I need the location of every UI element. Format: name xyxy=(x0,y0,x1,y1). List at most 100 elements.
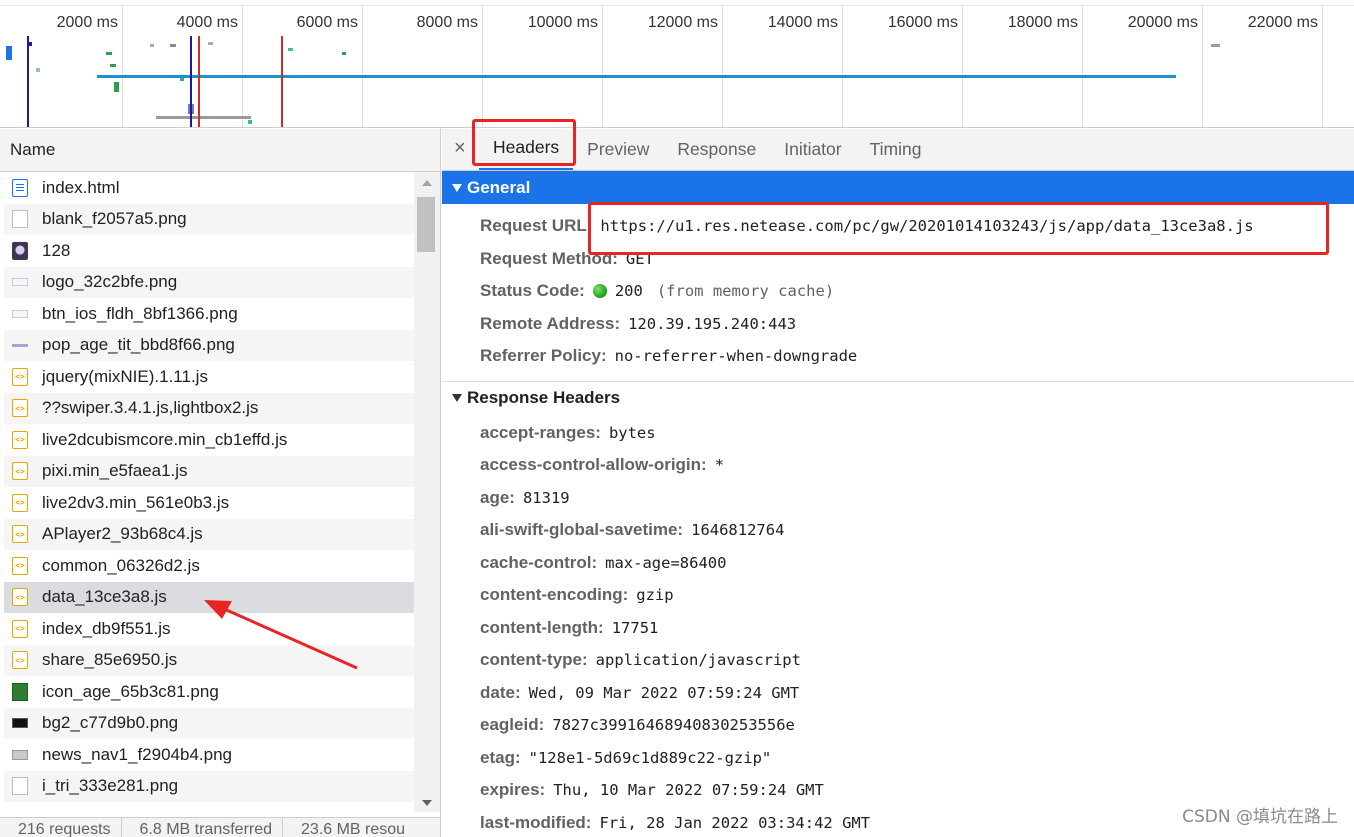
request-row[interactable]: icon_age_65b3c81.png xyxy=(4,676,414,708)
request-row[interactable]: <> live2dcubismcore.min_cb1effd.js xyxy=(4,424,414,456)
remote-address-value: 120.39.195.240:443 xyxy=(628,314,797,333)
header-key: content-type: xyxy=(480,650,588,670)
request-name: live2dcubismcore.min_cb1effd.js xyxy=(42,429,288,449)
response-headers-section: accept-ranges: bytes access-control-allow-… xyxy=(442,415,1354,837)
tab-timing[interactable]: Timing xyxy=(856,129,936,170)
header-value: 7827c39916468940830253556e xyxy=(552,716,795,735)
waterfall-mark xyxy=(106,52,112,55)
general-section-header[interactable]: General xyxy=(442,171,1354,204)
request-url-label: Request URL: xyxy=(480,216,593,236)
header-key: cache-control: xyxy=(480,552,598,572)
request-row[interactable]: pop_age_tit_bbd8f66.png xyxy=(4,329,414,361)
referrer-policy-label: Referrer Policy: xyxy=(480,346,607,366)
request-row[interactable]: <> APlayer2_93b68c4.js xyxy=(4,518,414,550)
status-code-value: 200 xyxy=(614,282,643,301)
request-name: pixi.min_e5faea1.js xyxy=(42,461,188,481)
close-icon[interactable]: × xyxy=(454,137,466,160)
response-header-row: access-control-allow-origin: * xyxy=(442,449,1354,482)
header-value: application/javascript xyxy=(595,651,801,670)
general-section-title: General xyxy=(467,177,531,197)
timeline-tick-label: 4000 ms xyxy=(176,14,238,31)
header-key: date: xyxy=(480,682,521,702)
request-method-value: GET xyxy=(625,249,654,268)
network-summary-bar: 216 requests 6.8 MB transferred 23.6 MB … xyxy=(0,817,440,837)
load-event-marker xyxy=(281,36,283,127)
header-key: etag: xyxy=(480,747,521,767)
name-column-header[interactable]: Name xyxy=(0,129,440,172)
resources-size: 23.6 MB resou xyxy=(301,821,406,837)
request-url-row: Request URL: https://u1.res.netease.com/… xyxy=(442,210,1354,243)
timeline-tick-label: 18000 ms xyxy=(1007,14,1078,31)
request-row[interactable]: bg2_c77d9b0.png xyxy=(4,707,414,739)
script-icon: <> xyxy=(12,525,28,544)
document-icon xyxy=(12,178,28,197)
request-row[interactable]: i_tri_333e281.png xyxy=(4,770,414,802)
request-row[interactable]: <> common_06326d2.js xyxy=(4,550,414,582)
timeline-tick-label: 6000 ms xyxy=(296,14,358,31)
response-headers-title: Response Headers xyxy=(467,388,621,407)
response-headers-section-header[interactable]: Response Headers xyxy=(442,381,1354,415)
tab-response[interactable]: Response xyxy=(663,129,770,170)
request-name: 128 xyxy=(42,240,71,260)
timeline-gridline xyxy=(1322,6,1323,127)
request-row[interactable]: index.html xyxy=(4,172,414,204)
request-row[interactable]: <> index_db9f551.js xyxy=(4,613,414,645)
script-icon: <> xyxy=(12,367,28,386)
request-row[interactable]: <> ??swiper.3.4.1.js,lightbox2.js xyxy=(4,392,414,424)
scroll-up-arrow-icon[interactable] xyxy=(422,180,432,186)
request-name: blank_f2057a5.png xyxy=(42,209,187,229)
status-code-row: Status Code: 200 (from memory cache) xyxy=(442,275,1354,308)
timeline-gridline xyxy=(1202,6,1203,127)
request-row[interactable]: <> live2dv3.min_561e0b3.js xyxy=(4,487,414,519)
transferred-size: 6.8 MB transferred xyxy=(122,818,284,837)
request-row[interactable]: <> pixi.min_e5faea1.js xyxy=(4,455,414,487)
script-icon: <> xyxy=(12,619,28,638)
header-key: eagleid: xyxy=(480,715,545,735)
waterfall-mark xyxy=(36,68,40,72)
requests-panel: Name index.html blank_f2057a5.png 128 logo_… xyxy=(0,129,441,837)
status-note: (from memory cache) xyxy=(656,282,835,301)
request-name: pop_age_tit_bbd8f66.png xyxy=(42,335,235,355)
scroll-thumb[interactable] xyxy=(417,197,435,252)
request-row[interactable]: <> data_13ce3a8.js xyxy=(4,581,414,613)
response-header-row: content-length: 17751 xyxy=(442,612,1354,645)
dom-content-loaded-marker xyxy=(190,36,192,127)
request-name: i_tri_333e281.png xyxy=(42,776,179,796)
request-row[interactable]: btn_ios_fldh_8bf1366.png xyxy=(4,298,414,330)
request-name: icon_age_65b3c81.png xyxy=(42,681,219,701)
tab-initiator[interactable]: Initiator xyxy=(770,129,855,170)
request-row[interactable]: blank_f2057a5.png xyxy=(4,203,414,235)
request-row[interactable]: news_nav1_f2904b4.png xyxy=(4,739,414,771)
timeline-tick-label: 12000 ms xyxy=(647,14,718,31)
header-value: Thu, 10 Mar 2022 07:59:24 GMT xyxy=(553,781,824,800)
tab-headers[interactable]: Headers xyxy=(479,129,574,170)
header-key: ali-swift-global-savetime: xyxy=(480,520,684,540)
request-detail-panel: × Headers Preview Response Initiator Tim… xyxy=(442,129,1354,837)
request-list-scrollbar[interactable] xyxy=(414,172,440,812)
request-row[interactable]: <> jquery(mixNIE).1.11.js xyxy=(4,361,414,393)
detail-tabbar: × Headers Preview Response Initiator Tim… xyxy=(442,129,1354,171)
header-value: 17751 xyxy=(611,618,659,637)
request-row[interactable]: <> share_85e6950.js xyxy=(4,644,414,676)
request-name: jquery(mixNIE).1.11.js xyxy=(42,366,208,386)
request-url-value[interactable]: https://u1.res.netease.com/pc/gw/2020101… xyxy=(600,217,1253,235)
timeline-gridline xyxy=(962,6,963,127)
tab-preview[interactable]: Preview xyxy=(573,129,663,170)
waterfall-mark xyxy=(150,44,154,47)
request-row[interactable]: 128 xyxy=(4,235,414,267)
waterfall-mark xyxy=(342,52,346,55)
referrer-policy-value: no-referrer-when-downgrade xyxy=(614,347,858,366)
header-key: expires: xyxy=(480,780,546,800)
header-key: content-length: xyxy=(480,617,604,637)
network-overview-timeline[interactable]: 2000 ms 4000 ms 6000 ms 8000 ms 10000 ms 1200… xyxy=(0,0,1354,128)
request-name: live2dv3.min_561e0b3.js xyxy=(42,492,230,512)
request-row[interactable]: logo_32c2bfe.png xyxy=(4,266,414,298)
timeline-tick-label: 20000 ms xyxy=(1127,14,1198,31)
waterfall-mark xyxy=(29,42,32,46)
header-value: "128e1-5d69c1d889c22-gzip" xyxy=(528,748,772,767)
timeline-tick-label: 8000 ms xyxy=(416,14,478,31)
header-value: Wed, 09 Mar 2022 07:59:24 GMT xyxy=(528,683,800,702)
scroll-down-arrow-icon[interactable] xyxy=(422,800,432,806)
script-icon: <> xyxy=(12,651,28,670)
request-list: index.html blank_f2057a5.png 128 logo_32c2b… xyxy=(4,172,414,802)
